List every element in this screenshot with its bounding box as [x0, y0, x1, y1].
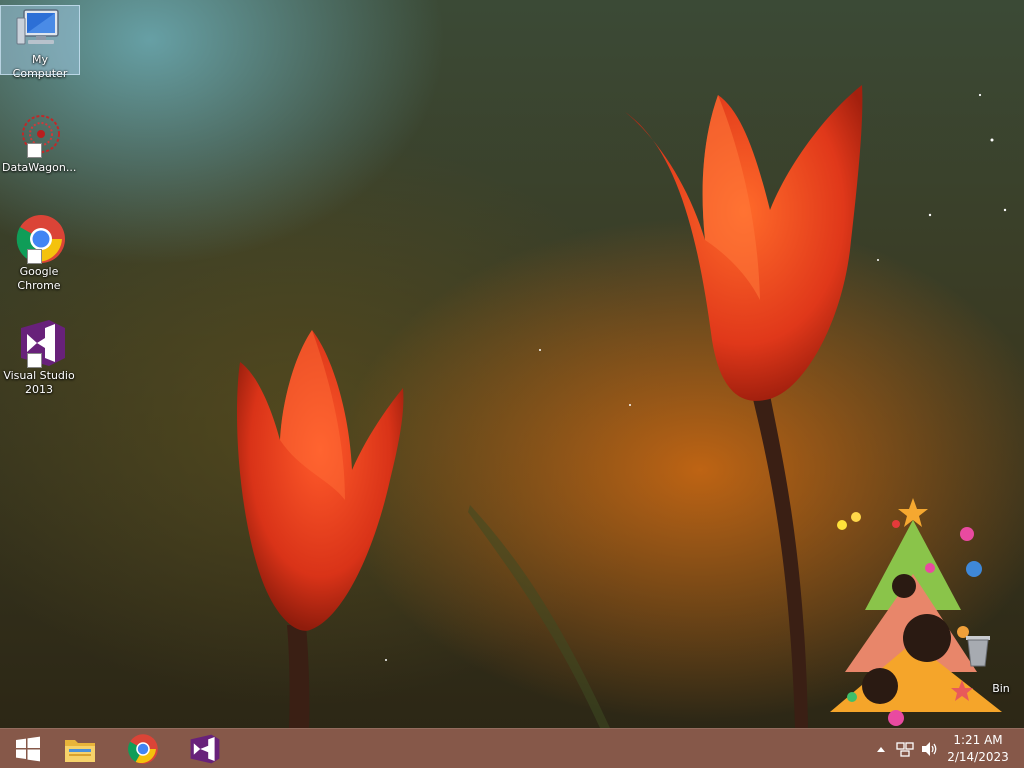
shortcut-arrow-icon: [27, 249, 42, 264]
clock-date: 2/14/2023: [947, 750, 1009, 764]
taskbar-visual-studio[interactable]: [177, 729, 233, 768]
file-explorer-icon: [65, 740, 95, 762]
desktop-icon-google-chrome[interactable]: Google Chrome: [0, 214, 78, 293]
visual-studio-icon: [190, 734, 220, 764]
chevron-up-icon: [877, 747, 885, 752]
chrome-icon: [128, 734, 158, 764]
start-button[interactable]: [0, 729, 56, 768]
network-icon: [896, 742, 914, 757]
visual-studio-label-line1: Visual Studio: [3, 369, 75, 382]
datawagon-label: DataWagon...: [2, 161, 77, 174]
taskbar-chrome[interactable]: [115, 729, 171, 768]
volume-tray-button[interactable]: [919, 729, 941, 768]
show-hidden-icons-arrow[interactable]: [874, 729, 888, 768]
google-chrome-label-line2: Chrome: [17, 279, 61, 292]
taskbar: 1:21 AM 2/14/2023: [0, 728, 1024, 768]
recycle-bin-icon: [966, 636, 990, 667]
desktop[interactable]: Bin My Computer DataWagon... Google Chro…: [0, 0, 1024, 768]
windows-start-icon: [16, 736, 40, 762]
clock-time: 1:21 AM: [953, 733, 1003, 747]
shortcut-arrow-icon: [27, 143, 42, 158]
volume-icon: [922, 742, 937, 756]
google-chrome-label-line1: Google: [19, 265, 59, 278]
taskbar-file-explorer[interactable]: [52, 729, 108, 768]
my-computer-label: My Computer: [12, 53, 68, 80]
desktop-icon-my-computer[interactable]: My Computer: [0, 5, 80, 80]
shortcut-arrow-icon: [27, 353, 42, 368]
taskbar-clock[interactable]: 1:21 AM 2/14/2023: [946, 732, 1010, 766]
network-tray-button[interactable]: [894, 729, 916, 768]
desktop-icon-datawagon[interactable]: DataWagon...: [0, 110, 78, 175]
computer-icon: [16, 9, 59, 45]
visual-studio-label-line2: 2013: [25, 383, 53, 396]
desktop-icon-visual-studio-2013[interactable]: Visual Studio 2013: [0, 318, 78, 397]
recycle-bin-label: Bin: [992, 682, 1010, 695]
